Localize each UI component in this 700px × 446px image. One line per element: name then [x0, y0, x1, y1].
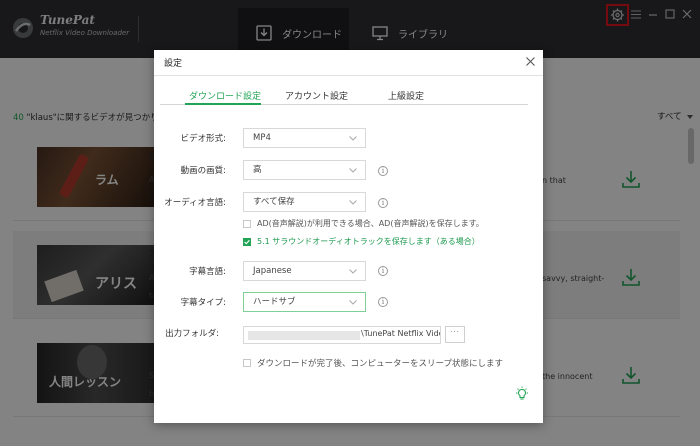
settings-dialog: 設定 ダウンロード設定 アカウント設定 上級設定 ビデオ形式: MP4 動画の画…: [154, 50, 543, 423]
subtitle-type-select[interactable]: ハードサブ: [243, 292, 366, 312]
audio-language-select[interactable]: すべて保存: [243, 192, 366, 212]
browse-folder-button[interactable]: ···: [445, 326, 465, 343]
sleep-label: ダウンロードが完了後、コンピューターをスリープ状態にします: [257, 359, 503, 369]
lightbulb-icon[interactable]: [515, 386, 529, 402]
audio-language-label: オーディオ言語:: [164, 198, 226, 208]
info-icon[interactable]: i: [378, 266, 388, 276]
video-quality-label: 動画の画質:: [180, 166, 226, 176]
audio-language-value: すべて保存: [253, 197, 295, 207]
checkmark-icon: [244, 239, 250, 245]
tab-download-settings[interactable]: ダウンロード設定: [189, 89, 261, 102]
close-icon: [525, 56, 535, 66]
tab-account-settings[interactable]: アカウント設定: [285, 89, 348, 102]
chevron-down-icon: [349, 136, 357, 141]
ad-audio-label: AD(音声解説)が利用できる場合、AD(音声解説)を保存します。: [257, 219, 484, 228]
dialog-close-button[interactable]: [524, 55, 536, 67]
video-quality-value: 高: [253, 165, 262, 175]
ad-audio-checkbox[interactable]: [243, 220, 251, 228]
surround-checkbox[interactable]: [243, 238, 251, 246]
surround-label: 5.1 サラウンドオーディオトラックを保存します（ある場合）: [257, 237, 480, 246]
video-format-label: ビデオ形式:: [180, 134, 226, 144]
info-icon[interactable]: i: [378, 198, 388, 208]
video-format-value: MP4: [253, 133, 271, 143]
chevron-down-icon: [349, 300, 357, 305]
video-format-select[interactable]: MP4: [243, 128, 366, 148]
active-tab-indicator: [185, 103, 261, 105]
info-icon[interactable]: i: [378, 297, 388, 307]
output-folder-field[interactable]: \TunePat Netflix Vide: [243, 326, 441, 344]
subtitle-language-label: 字幕言語:: [189, 267, 226, 277]
info-icon[interactable]: i: [378, 166, 388, 176]
chevron-down-icon: [349, 168, 357, 173]
subtitle-type-label: 字幕タイプ:: [180, 298, 226, 308]
output-folder-value: \TunePat Netflix Vide: [361, 329, 441, 338]
subtitle-type-value: ハードサブ: [253, 297, 296, 307]
chevron-down-icon: [349, 269, 357, 274]
dialog-title: 設定: [164, 59, 183, 69]
subtitle-language-value: Japanese: [253, 266, 292, 276]
dialog-separator: [154, 75, 543, 76]
output-folder-label: 出力フォルダ:: [165, 329, 219, 339]
subtitle-language-select[interactable]: Japanese: [243, 261, 366, 281]
video-quality-select[interactable]: 高: [243, 160, 366, 180]
tab-advanced-settings[interactable]: 上級設定: [388, 89, 424, 102]
sleep-checkbox[interactable]: [243, 359, 251, 367]
chevron-down-icon: [349, 200, 357, 205]
folder-path-blurred: [248, 331, 360, 340]
